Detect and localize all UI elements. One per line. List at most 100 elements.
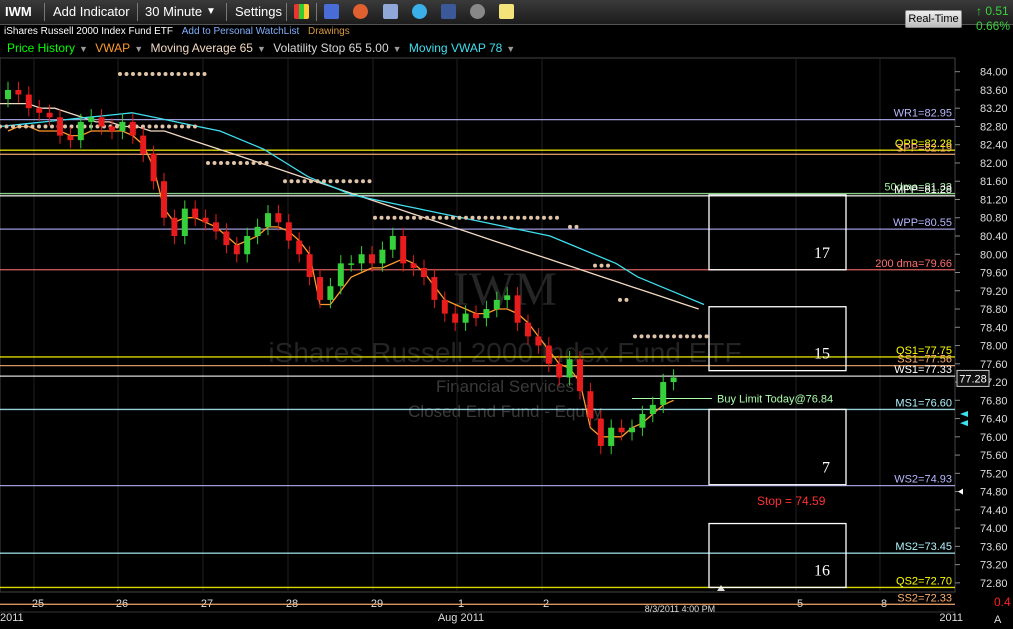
candle: [213, 222, 219, 232]
y-tick-label: 78.00: [980, 341, 1008, 353]
volatility-stop-dot: [464, 215, 468, 220]
level-label: MPP=81.28: [894, 184, 952, 196]
volatility-stop-dot: [516, 215, 520, 220]
y-tick-label: 73.20: [980, 560, 1008, 572]
candle: [473, 313, 479, 319]
candle: [556, 363, 563, 378]
volatility-stop-dot: [309, 179, 313, 184]
volatility-stop-dot: [212, 160, 217, 165]
candle: [597, 418, 604, 446]
volatility-stop-dot: [118, 71, 122, 76]
candle: [244, 236, 251, 255]
volatility-stop-dot: [183, 71, 187, 76]
volatility-stop-dot: [618, 297, 622, 302]
volatility-stop-dot: [503, 215, 507, 220]
level-label: MS2=73.45: [895, 541, 952, 553]
y-tick-label: 76.00: [980, 432, 1008, 444]
volatility-stop-dot: [50, 124, 54, 129]
y-tick-label: 80.00: [980, 249, 1008, 261]
candle: [389, 236, 396, 250]
volatility-stop-dot: [438, 215, 442, 220]
candle: [129, 121, 136, 136]
y-tick-label: 79.20: [980, 286, 1008, 298]
level-label: MS1=76.60: [895, 397, 952, 409]
candle: [358, 254, 365, 264]
volatility-stop-dot: [43, 124, 48, 129]
candle: [483, 309, 490, 319]
y-tick-label: 78.40: [980, 322, 1008, 334]
candle: [410, 263, 417, 268]
level-label: QS2=72.70: [896, 575, 952, 587]
marker-icon: [960, 420, 968, 427]
volatility-stop-dot: [193, 124, 197, 129]
candle: [608, 427, 615, 446]
y-tick-label: 75.20: [980, 468, 1008, 480]
volatility-stop-dot: [202, 71, 207, 76]
volatility-stop-dot: [124, 71, 129, 76]
candle: [5, 89, 11, 100]
y-tick-label: 81.20: [980, 194, 1008, 206]
volatility-stop-dot: [322, 179, 326, 184]
y-tick-label: 77.60: [980, 359, 1008, 371]
y-tick-label: 75.60: [980, 450, 1008, 462]
volatility-stop-dot: [264, 160, 269, 165]
volatility-stop-dot: [698, 334, 702, 339]
price-chart[interactable]: IWMiShares Russell 2000 Index Fund ETFFi…: [0, 0, 1013, 629]
y-tick-label: 74.80: [980, 487, 1008, 499]
watermark-category: Closed End Fund - Equity: [408, 402, 602, 421]
volatility-stop-dot: [4, 124, 9, 129]
volatility-stop-dot: [529, 215, 533, 220]
volatility-stop-dot: [63, 124, 67, 129]
candle: [275, 213, 282, 223]
candle: [587, 391, 594, 419]
candle: [77, 121, 84, 141]
candle: [254, 226, 261, 236]
volatility-stop-dot: [490, 215, 494, 220]
volatility-stop-dot: [225, 160, 230, 165]
candle: [566, 359, 573, 378]
candle: [400, 236, 407, 264]
candle: [57, 117, 63, 136]
candle: [109, 126, 115, 132]
volatility-stop-dot: [37, 124, 41, 129]
candle: [36, 108, 43, 113]
volatility-stop-dot: [354, 179, 359, 184]
volatility-stop-dot: [137, 71, 142, 76]
candle: [98, 117, 105, 127]
candle: [202, 217, 209, 223]
candle: [25, 94, 32, 109]
volatility-stop-dot: [232, 160, 236, 165]
volatility-stop-dot: [167, 124, 171, 129]
y-tick-label: 79.60: [980, 268, 1008, 280]
volatility-stop-dot: [412, 215, 416, 220]
volatility-stop-dot: [542, 215, 546, 220]
volatility-stop-dot: [238, 160, 243, 165]
volatility-stop-dot: [186, 124, 191, 129]
volatility-stop-dot: [509, 215, 514, 220]
candle: [317, 277, 323, 300]
candle: [296, 240, 303, 255]
candle: [660, 382, 667, 405]
y-tick-label: 83.20: [980, 103, 1008, 115]
current-price-label: 77.28: [959, 373, 987, 385]
x-month-label: 2011: [939, 612, 963, 624]
candle: [233, 245, 240, 255]
watermark-symbol: IWM: [453, 263, 557, 316]
volatility-stop-dot: [154, 124, 158, 129]
candle: [223, 231, 230, 246]
candle: [421, 267, 427, 278]
candle: [171, 217, 178, 236]
volatility-stop-dot: [219, 160, 223, 165]
volatility-stop-dot: [431, 215, 436, 220]
volatility-stop-dot: [367, 179, 372, 184]
volatility-stop-dot: [522, 215, 527, 220]
volatility-stop-dot: [258, 160, 262, 165]
volatility-stop-dot: [444, 215, 449, 220]
y-tick-label: 72.80: [980, 578, 1008, 590]
volatility-stop-dot: [392, 215, 397, 220]
volatility-stop-dot: [606, 263, 610, 268]
candle: [369, 254, 375, 264]
candle: [285, 222, 292, 241]
y-tick-label: 81.60: [980, 176, 1008, 188]
volatility-stop-dot: [245, 160, 249, 165]
